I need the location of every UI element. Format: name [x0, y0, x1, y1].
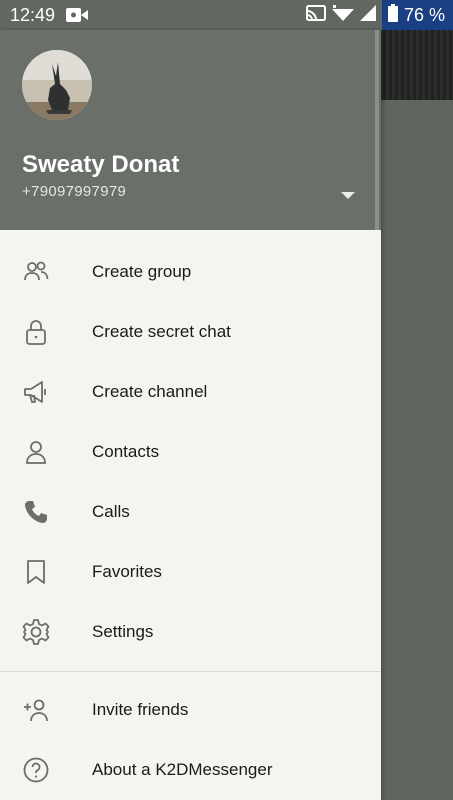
profile-phone: +79097997979 [22, 183, 127, 200]
avatar[interactable] [22, 50, 92, 120]
video-camera-icon [66, 7, 88, 28]
menu-item-about[interactable]: About a K2DMessenger [0, 740, 381, 800]
lock-icon [22, 318, 50, 346]
header-scroll-edge [375, 30, 379, 230]
gear-icon [22, 618, 50, 646]
menu-item-create-channel[interactable]: Create channel [0, 362, 381, 422]
menu-item-label: Settings [92, 622, 154, 641]
cast-icon [305, 4, 326, 26]
profile-name: Sweaty Donat [22, 151, 180, 178]
menu-item-contacts[interactable]: Contacts [0, 422, 381, 482]
menu-item-label: Calls [92, 502, 130, 521]
battery-icon [387, 3, 398, 27]
menu-item-label: Create group [92, 262, 192, 281]
battery-percent: 76 % [403, 4, 445, 25]
background-toolbar-texture [380, 30, 453, 100]
menu-item-label: Invite friends [92, 700, 189, 719]
navigation-drawer: Sweaty Donat +79097997979 Create group C… [0, 30, 381, 800]
menu-item-calls[interactable]: Calls [0, 482, 381, 542]
status-time: 12:49 [10, 5, 56, 25]
battery-indicator: 76 % [381, 0, 453, 30]
drawer-menu: Create group Create secret chat Create c… [0, 242, 381, 800]
menu-item-label: About a K2DMessenger [92, 760, 273, 779]
menu-item-label: Create channel [92, 382, 208, 401]
bookmark-icon [22, 558, 50, 586]
menu-item-create-group[interactable]: Create group [0, 242, 381, 302]
menu-item-favorites[interactable]: Favorites [0, 542, 381, 602]
account-switch-chevron-down-icon[interactable] [336, 185, 360, 205]
menu-item-label: Favorites [92, 562, 162, 581]
phone-icon [22, 498, 50, 526]
menu-item-label: Create secret chat [92, 322, 231, 341]
menu-item-create-secret-chat[interactable]: Create secret chat [0, 302, 381, 362]
signal-icon [359, 4, 376, 26]
menu-item-settings[interactable]: Settings [0, 602, 381, 662]
people-icon [22, 258, 50, 286]
help-icon [22, 756, 50, 784]
person-icon [22, 438, 50, 466]
wifi-icon [331, 4, 354, 26]
add-person-icon [22, 696, 50, 724]
status-bar: 12:49 76 % [0, 0, 453, 30]
megaphone-icon [22, 378, 50, 406]
menu-item-label: Contacts [92, 442, 160, 461]
drawer-header: Sweaty Donat +79097997979 [0, 30, 381, 230]
menu-item-invite-friends[interactable]: Invite friends [0, 680, 381, 740]
menu-divider [0, 671, 381, 672]
